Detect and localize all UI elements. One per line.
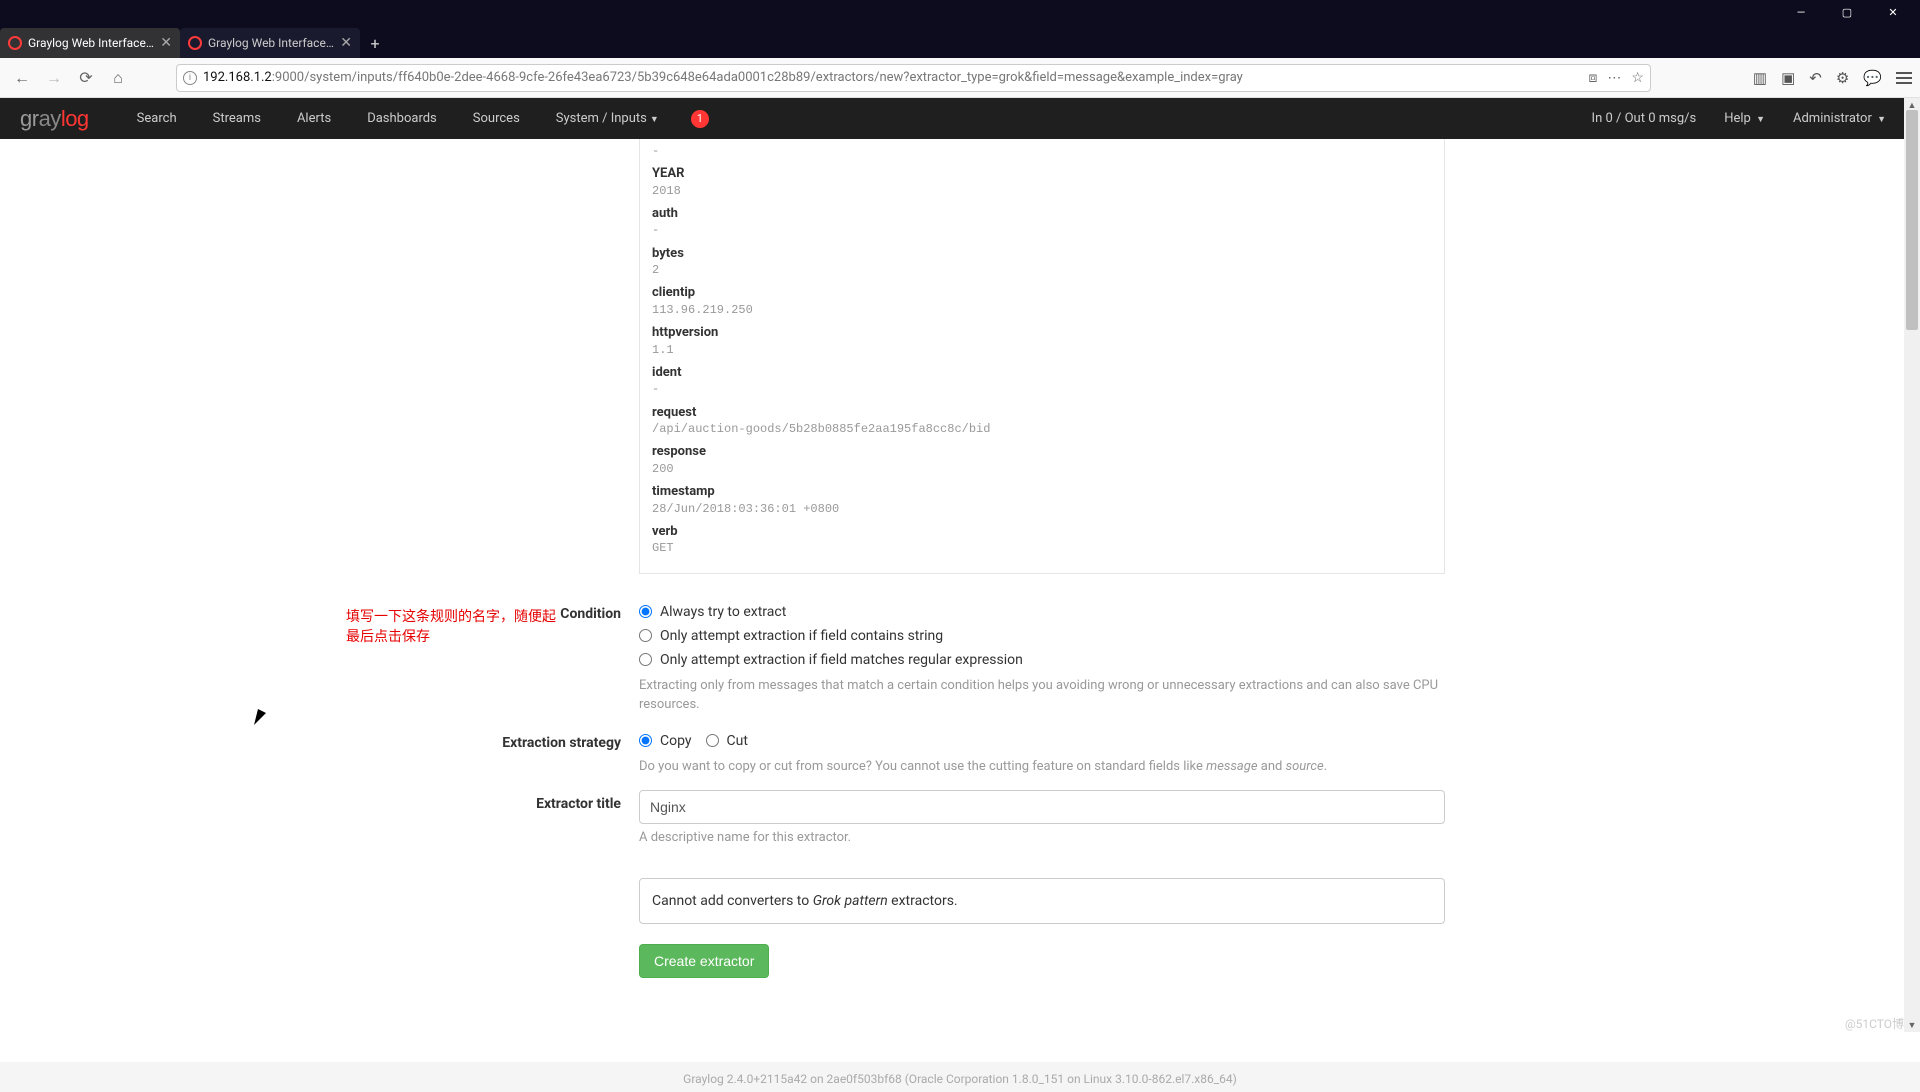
create-extractor-button[interactable]: Create extractor xyxy=(639,944,769,978)
page-actions-icon[interactable]: ⋯ xyxy=(1607,70,1621,86)
vertical-scrollbar[interactable]: ▲ ▼ xyxy=(1904,98,1920,1032)
condition-regex-radio[interactable]: Only attempt extraction if field matches… xyxy=(639,648,1445,672)
reload-button[interactable]: ⟳ xyxy=(72,64,100,92)
scroll-down-icon[interactable]: ▼ xyxy=(1904,1018,1920,1032)
field-name: request xyxy=(652,404,1432,422)
graylog-footer: Graylog 2.4.0+2115a42 on 2ae0f503bf68 (O… xyxy=(0,1062,1920,1092)
browser-toolbar: ← → ⟳ ⌂ i 192.168.1.2:9000/system/inputs… xyxy=(0,58,1920,98)
chat-icon[interactable]: 💬 xyxy=(1863,69,1882,87)
field-name: response xyxy=(652,443,1432,461)
field-value: - xyxy=(652,381,1432,397)
chevron-down-icon: ▼ xyxy=(1754,115,1765,125)
extractor-title-input[interactable] xyxy=(639,790,1445,824)
tab-close-icon[interactable]: ✕ xyxy=(340,35,352,51)
strategy-label: Extraction strategy xyxy=(475,729,639,777)
field-name: clientip xyxy=(652,284,1432,302)
field-value: 28/Jun/2018:03:36:01 +0800 xyxy=(652,501,1432,517)
condition-string-radio[interactable]: Only attempt extraction if field contain… xyxy=(639,624,1445,648)
undo-icon[interactable]: ↶ xyxy=(1809,69,1822,87)
extractor-title-help: A descriptive name for this extractor. xyxy=(639,828,1445,848)
chevron-down-icon: ▼ xyxy=(1875,115,1886,125)
home-button[interactable]: ⌂ xyxy=(104,64,132,92)
condition-always-radio[interactable]: Always try to extract xyxy=(639,600,1445,624)
browser-tab-active[interactable]: Graylog Web Interface - New ✕ xyxy=(0,28,180,58)
field-name: auth xyxy=(652,205,1432,223)
window-titlebar: — ▢ ✕ xyxy=(0,0,1920,25)
field-value: 1.1 xyxy=(652,342,1432,358)
tab-close-icon[interactable]: ✕ xyxy=(160,35,172,51)
field-name: timestamp xyxy=(652,483,1432,501)
nav-system[interactable]: System / Inputs▼ xyxy=(538,111,677,126)
graylog-favicon-icon xyxy=(188,36,202,50)
nav-sources[interactable]: Sources xyxy=(455,111,538,126)
nav-administrator[interactable]: Administrator ▼ xyxy=(1779,111,1900,126)
notification-badge[interactable]: 1 xyxy=(691,110,709,128)
graylog-logo[interactable]: graylog xyxy=(20,106,89,132)
field-name: httpversion xyxy=(652,324,1432,342)
nav-alerts[interactable]: Alerts xyxy=(279,111,349,126)
url-text: 192.168.1.2:9000/system/inputs/ff640b0e-… xyxy=(203,70,1243,85)
site-info-icon[interactable]: i xyxy=(183,71,197,85)
window-close-button[interactable]: ✕ xyxy=(1870,0,1916,25)
sidebar-icon[interactable]: ▣ xyxy=(1781,69,1795,87)
condition-help: Extracting only from messages that match… xyxy=(639,676,1445,715)
address-bar[interactable]: i 192.168.1.2:9000/system/inputs/ff640b0… xyxy=(176,64,1651,92)
field-value: 2018 xyxy=(652,183,1432,199)
converters-alert: Cannot add converters to Grok pattern ex… xyxy=(639,878,1445,924)
field-value: GET xyxy=(652,540,1432,556)
field-value: 200 xyxy=(652,461,1432,477)
strategy-cut-radio[interactable]: Cut xyxy=(706,733,748,749)
nav-help[interactable]: Help ▼ xyxy=(1710,111,1779,126)
window-minimize-button[interactable]: — xyxy=(1778,0,1824,25)
strategy-help: Do you want to copy or cut from source? … xyxy=(639,757,1445,777)
back-button[interactable]: ← xyxy=(8,64,36,92)
browser-tab-inactive[interactable]: Graylog Web Interface - Gra ✕ xyxy=(180,28,360,58)
scrollbar-thumb[interactable] xyxy=(1906,110,1918,330)
chevron-down-icon: ▼ xyxy=(650,115,659,125)
app-menu-icon[interactable] xyxy=(1896,72,1912,84)
field-value: - xyxy=(652,222,1432,238)
graylog-navbar: graylog Search Streams Alerts Dashboards… xyxy=(0,98,1920,139)
browser-tabbar: Graylog Web Interface - New ✕ Graylog We… xyxy=(0,25,1920,58)
extensions-icon[interactable]: ⚙ xyxy=(1836,69,1849,87)
field-value: /api/auction-goods/5b28b0885fe2aa195fa8c… xyxy=(652,421,1432,437)
condition-label: Condition xyxy=(475,600,639,715)
field-name: YEAR xyxy=(652,165,1432,183)
field-name: ident xyxy=(652,364,1432,382)
library-icon[interactable]: ▥ xyxy=(1753,69,1767,87)
nav-search[interactable]: Search xyxy=(119,111,195,126)
new-tab-button[interactable]: + xyxy=(360,28,390,58)
window-maximize-button[interactable]: ▢ xyxy=(1824,0,1870,25)
nav-dashboards[interactable]: Dashboards xyxy=(349,111,455,126)
tab-title: Graylog Web Interface - New xyxy=(28,36,154,50)
extractor-title-label: Extractor title xyxy=(475,790,639,978)
field-name: bytes xyxy=(652,245,1432,263)
field-value: 2 xyxy=(652,262,1432,278)
tab-title: Graylog Web Interface - Gra xyxy=(208,36,334,50)
io-status: In 0 / Out 0 msg/s xyxy=(1578,111,1711,126)
qr-icon[interactable]: ⧈ xyxy=(1588,70,1597,86)
strategy-copy-radio[interactable]: Copy xyxy=(639,733,692,749)
extractor-form: -YEAR2018auth-bytes2clientip113.96.219.2… xyxy=(475,139,1445,1022)
graylog-favicon-icon xyxy=(8,36,22,50)
field-name: verb xyxy=(652,523,1432,541)
nav-streams[interactable]: Streams xyxy=(195,111,279,126)
bookmark-star-icon[interactable]: ☆ xyxy=(1631,70,1644,86)
forward-button[interactable]: → xyxy=(40,64,68,92)
annotation-arrow-icon xyxy=(240,619,360,737)
extractor-preview-fields: -YEAR2018auth-bytes2clientip113.96.219.2… xyxy=(639,139,1445,574)
field-value: 113.96.219.250 xyxy=(652,302,1432,318)
